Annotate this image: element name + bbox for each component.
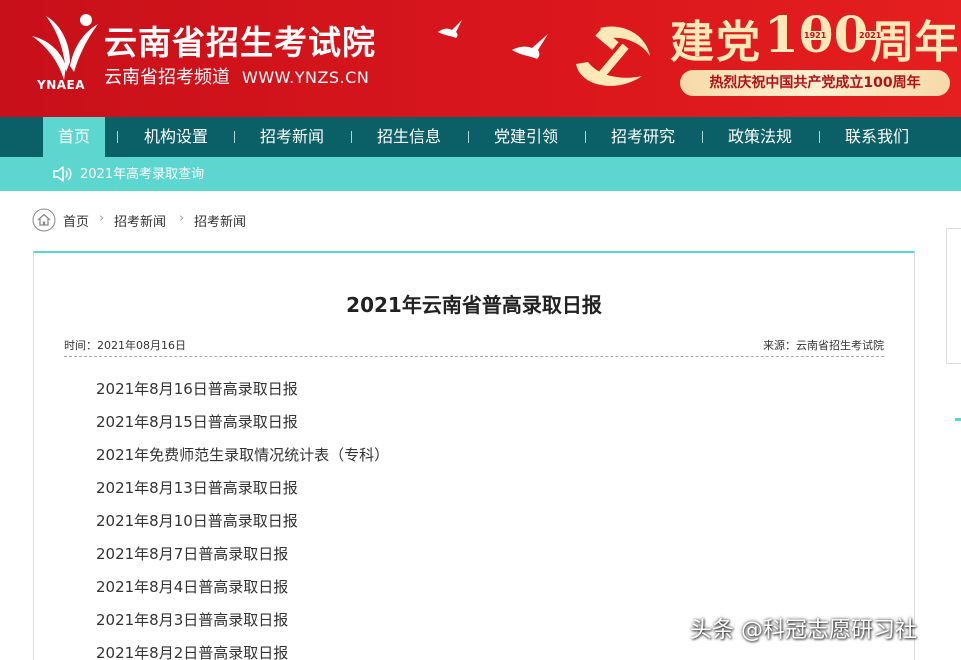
nav-item-research[interactable]: 招考研究 (597, 117, 689, 157)
nav-divider (702, 131, 703, 143)
breadcrumb-current[interactable]: 招考新闻 (194, 211, 246, 230)
speaker-icon (53, 166, 72, 182)
ynaea-logo-icon[interactable] (28, 10, 100, 86)
site-url: WWW.YNZS.CN (242, 68, 370, 87)
home-icon[interactable] (32, 208, 56, 232)
document-link[interactable]: 2021年8月7日普高录取日报 (96, 538, 389, 571)
nav-divider (351, 131, 352, 143)
sidebar-box (946, 228, 961, 364)
article-time: 时间：2021年08月16日 (64, 339, 186, 352)
dove-icon (512, 34, 548, 59)
logo-english-text: YNAEA (37, 78, 86, 92)
breadcrumb-home[interactable]: 首页 (63, 211, 89, 230)
main-nav: 首页 机构设置 招考新闻 招生信息 党建引领 招考研究 政策法规 联系我们 (0, 117, 961, 157)
nav-item-party-building[interactable]: 党建引领 (480, 117, 572, 157)
document-list: 2021年8月16日普高录取日报 2021年8月15日普高录取日报 2021年免… (96, 373, 389, 660)
nav-item-contact[interactable]: 联系我们 (831, 117, 923, 157)
nav-divider (585, 131, 586, 143)
anniversary-year-start: 1921 (801, 31, 830, 40)
article-title: 2021年云南省普高录取日报 (346, 293, 602, 317)
watermark-text: 头条 @科冠志愿研习社 (690, 618, 917, 643)
anniversary-number-block: 100 1921 2021 (764, 6, 885, 64)
nav-divider (468, 131, 469, 143)
nav-item-home[interactable]: 首页 (43, 117, 105, 157)
nav-divider (117, 131, 118, 143)
notice-bar: 2021年高考录取查询 (0, 157, 961, 191)
chevron-right-icon: › (179, 211, 185, 226)
anniversary-slogan: 热烈庆祝中国共产党成立100周年 (680, 70, 950, 96)
site-header: YNAEA 云南省招生考试院 云南省招考频道 WWW.YNZS.CN 建党100 1… (0, 0, 961, 117)
document-link[interactable]: 2021年8月4日普高录取日报 (96, 571, 389, 604)
nav-item-policy[interactable]: 政策法规 (714, 117, 806, 157)
article-panel: 2021年云南省普高录取日报 时间：2021年08月16日 来源：云南省招生考试… (33, 251, 915, 660)
document-link[interactable]: 2021年8月13日普高录取日报 (96, 472, 389, 505)
document-link[interactable]: 2021年免费师范生录取情况统计表（专科） (96, 439, 389, 472)
nav-item-exam-news[interactable]: 招考新闻 (246, 117, 338, 157)
site-channel-name: 云南省招考频道 (104, 67, 230, 88)
notice-link[interactable]: 2021年高考录取查询 (80, 157, 204, 191)
sidebar-accent-line (955, 418, 961, 421)
document-link[interactable]: 2021年8月10日普高录取日报 (96, 505, 389, 538)
article-meta: 时间：2021年08月16日 来源：云南省招生考试院 (64, 337, 884, 357)
breadcrumb-exam-news[interactable]: 招考新闻 (114, 211, 166, 230)
dove-icon (438, 20, 462, 38)
nav-divider (819, 131, 820, 143)
document-link[interactable]: 2021年8月2日普高录取日报 (96, 637, 389, 660)
nav-item-organization[interactable]: 机构设置 (130, 117, 222, 157)
anniversary-year-end: 2021 (856, 31, 885, 40)
site-subtitle: 云南省招考频道 WWW.YNZS.CN (104, 63, 369, 89)
document-link[interactable]: 2021年8月16日普高录取日报 (96, 373, 389, 406)
document-link[interactable]: 2021年8月15日普高录取日报 (96, 406, 389, 439)
document-link[interactable]: 2021年8月3日普高录取日报 (96, 604, 389, 637)
article-source: 来源：云南省招生考试院 (763, 339, 884, 352)
party-emblem-icon (576, 26, 650, 86)
site-name[interactable]: 云南省招生考试院 (104, 16, 376, 64)
anniversary-prefix: 建党 (670, 17, 762, 68)
chevron-right-icon: › (99, 211, 105, 226)
nav-divider (234, 131, 235, 143)
anniversary-title: 建党100 1921 2021 周年 (670, 6, 958, 69)
nav-item-admission-info[interactable]: 招生信息 (363, 117, 455, 157)
anniversary-suffix: 周年 (870, 17, 959, 68)
